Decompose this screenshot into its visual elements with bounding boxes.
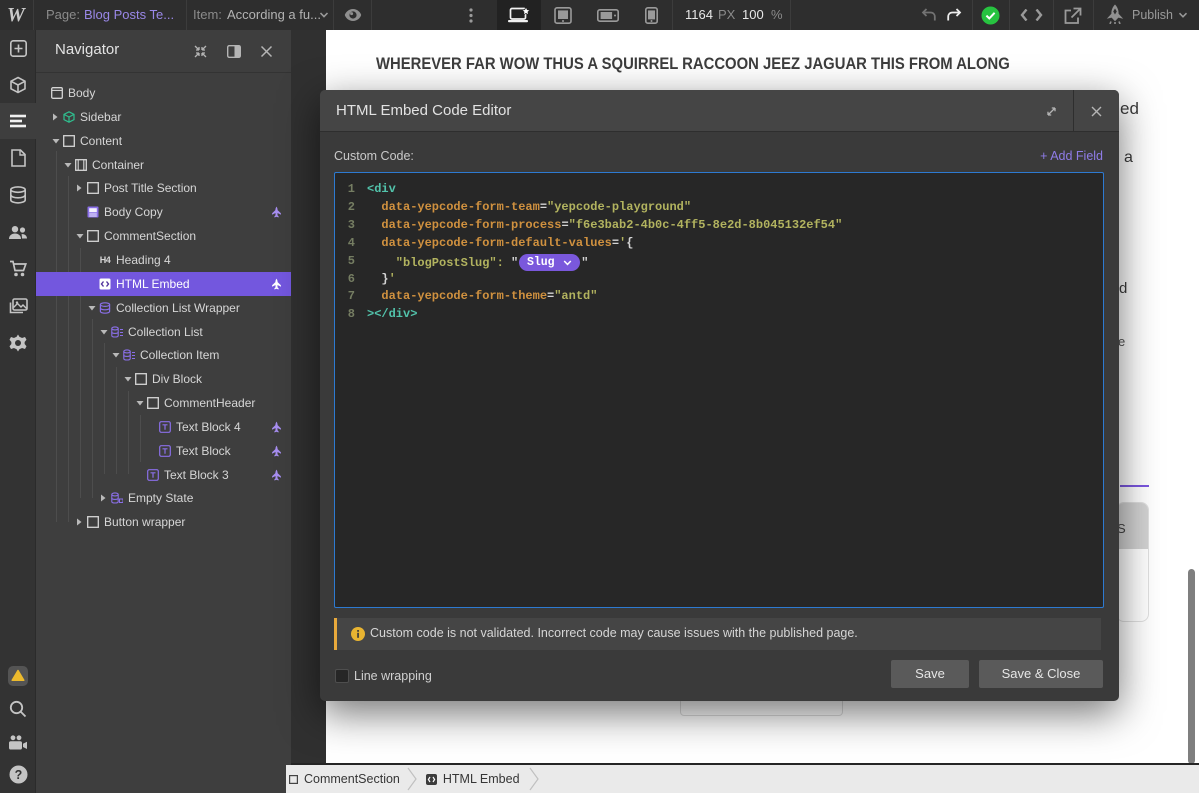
svg-text:?: ? — [14, 768, 22, 782]
